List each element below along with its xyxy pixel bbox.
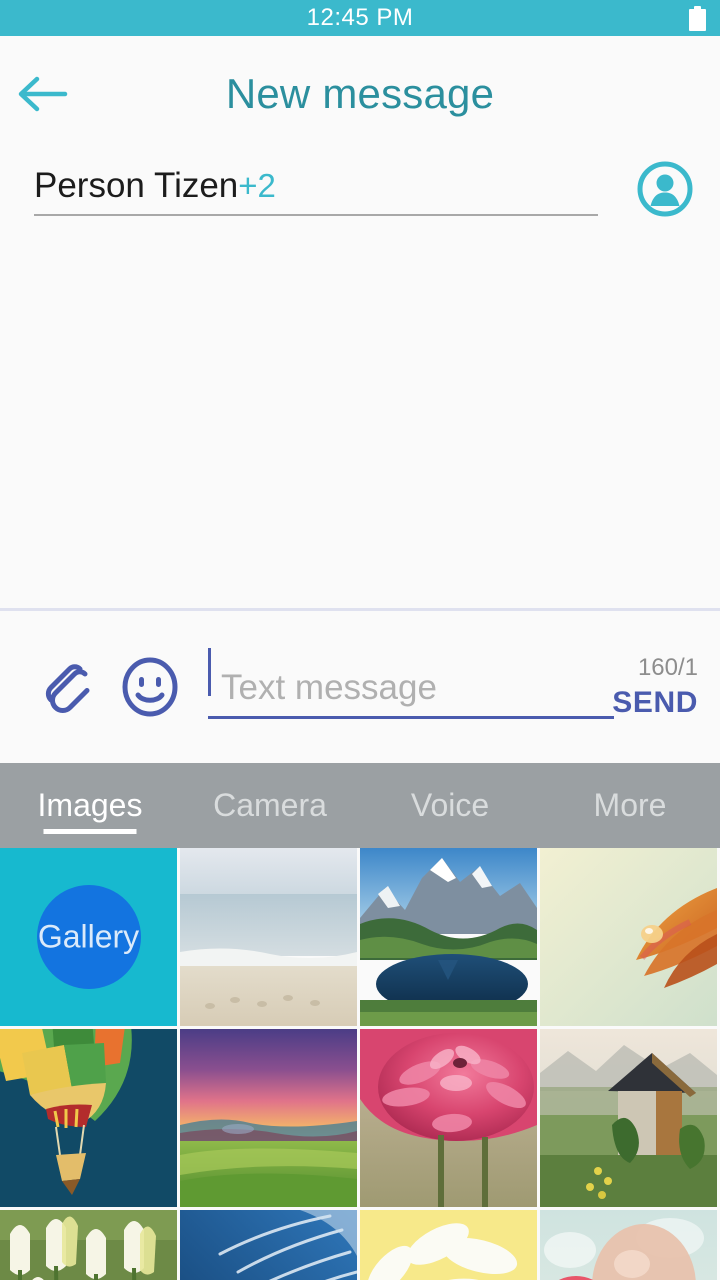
sunset-green-fields-thumbnail bbox=[180, 1029, 357, 1207]
app-bar: New message bbox=[0, 36, 720, 152]
text-caret bbox=[208, 647, 211, 696]
back-arrow-icon bbox=[18, 76, 68, 112]
stone-cottage-hillside-thumbnail bbox=[540, 1029, 717, 1207]
tab-more[interactable]: More bbox=[540, 763, 720, 848]
attachment-tab-bar: Images Camera Voice More bbox=[0, 763, 720, 848]
send-button[interactable]: SEND bbox=[612, 686, 698, 720]
tab-voice[interactable]: Voice bbox=[360, 763, 540, 848]
white-daisy-closeup-thumbnail bbox=[360, 1210, 537, 1280]
image-tile[interactable] bbox=[360, 848, 537, 1026]
status-time: 12:45 PM bbox=[306, 4, 414, 31]
pastel-balloons-thumbnail bbox=[540, 1210, 717, 1280]
image-tile[interactable] bbox=[0, 1210, 177, 1280]
image-tile[interactable] bbox=[180, 1210, 357, 1280]
hot-air-balloon-thumbnail bbox=[0, 1029, 177, 1207]
white-tulips-thumbnail bbox=[0, 1210, 177, 1280]
character-counter: 160/1 bbox=[637, 654, 698, 681]
recipient-underline bbox=[34, 214, 598, 216]
page-title: New message bbox=[225, 70, 495, 117]
image-tile[interactable] bbox=[180, 1029, 357, 1207]
message-input[interactable]: Text message bbox=[208, 647, 614, 719]
phone-screen: 12:45 PM New message Person Tizen+2 Text… bbox=[0, 0, 720, 1280]
recipient-row: Person Tizen+2 bbox=[0, 152, 720, 248]
attach-button[interactable] bbox=[36, 653, 104, 721]
image-picker-grid: Gallery bbox=[0, 848, 720, 1280]
contact-person-icon bbox=[637, 161, 693, 217]
recipient-input[interactable]: Person Tizen+2 bbox=[34, 152, 598, 216]
image-tile[interactable] bbox=[180, 848, 357, 1026]
tab-images-label: Images bbox=[37, 787, 143, 823]
message-underline bbox=[208, 715, 614, 719]
recipient-name: Person Tizen bbox=[34, 166, 239, 205]
tab-more-label: More bbox=[593, 787, 667, 823]
image-tile[interactable] bbox=[540, 1210, 717, 1280]
message-composer: Text message 160/1 SEND bbox=[0, 611, 720, 763]
paperclip-icon bbox=[45, 664, 90, 713]
composer-actions: 160/1 SEND bbox=[612, 611, 698, 763]
image-tile[interactable] bbox=[540, 1029, 717, 1207]
message-placeholder: Text message bbox=[221, 667, 437, 707]
pink-chrysanthemum-thumbnail bbox=[360, 1029, 537, 1207]
mountain-lake-reflection-thumbnail bbox=[360, 848, 537, 1026]
orange-flower-dewdrop-thumbnail bbox=[540, 848, 717, 1026]
beach-shoreline-footprints-thumbnail bbox=[180, 848, 357, 1026]
recipient-extra-count: +2 bbox=[238, 167, 276, 204]
message-body-area bbox=[0, 248, 720, 608]
tab-voice-label: Voice bbox=[410, 787, 490, 823]
gallery-button[interactable]: Gallery bbox=[0, 848, 177, 1026]
recipient-text: Person Tizen+2 bbox=[34, 168, 598, 203]
gallery-circle-icon bbox=[36, 885, 141, 989]
emoji-button[interactable] bbox=[116, 653, 184, 721]
back-button[interactable] bbox=[0, 36, 86, 152]
tab-images[interactable]: Images bbox=[0, 763, 180, 848]
tab-camera[interactable]: Camera bbox=[180, 763, 360, 848]
smiley-face-icon bbox=[122, 657, 178, 717]
image-tile[interactable] bbox=[360, 1210, 537, 1280]
image-tile[interactable] bbox=[540, 848, 717, 1026]
tab-active-indicator bbox=[43, 829, 137, 834]
blue-sky-clouds-thumbnail bbox=[180, 1210, 357, 1280]
image-tile[interactable] bbox=[0, 1029, 177, 1207]
status-bar-icons bbox=[689, 0, 706, 36]
image-tile[interactable] bbox=[360, 1029, 537, 1207]
add-contact-button[interactable] bbox=[633, 157, 697, 221]
tab-camera-label: Camera bbox=[213, 787, 327, 823]
status-bar: 12:45 PM bbox=[0, 0, 720, 36]
battery-full-icon bbox=[689, 5, 706, 31]
